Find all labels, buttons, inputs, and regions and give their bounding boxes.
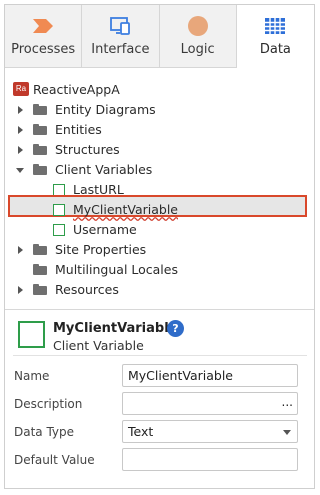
tree-item-label: Multilingual Locales xyxy=(55,262,178,277)
tab-label: Data xyxy=(259,42,291,57)
panel-divider[interactable] xyxy=(5,309,314,310)
data-type-value: Text xyxy=(128,424,154,439)
tab-label: Processes xyxy=(11,42,76,57)
service-studio-panel: Processes Interface Logic Data Ra Reacti… xyxy=(4,4,315,489)
client-variable-icon xyxy=(53,204,65,216)
tree-item-username[interactable]: Username xyxy=(53,220,303,240)
tree-item-client-variables[interactable]: Client Variables xyxy=(15,160,305,180)
name-field-value: MyClientVariable xyxy=(128,368,233,383)
circle-icon xyxy=(187,16,208,36)
caret-right-icon[interactable] xyxy=(15,245,25,255)
tree-item-entity-diagrams[interactable]: Entity Diagrams xyxy=(15,100,305,120)
client-variable-large-icon xyxy=(18,321,45,348)
data-type-label: Data Type xyxy=(14,425,75,439)
tree-item-label: Structures xyxy=(55,142,120,157)
client-variable-icon xyxy=(53,224,65,236)
tree-item-label: Entity Diagrams xyxy=(55,102,156,117)
tree-item-site-properties[interactable]: Site Properties xyxy=(15,240,305,260)
tab-bar: Processes Interface Logic Data xyxy=(5,5,314,68)
tree-item-label: Client Variables xyxy=(55,162,153,177)
folder-icon xyxy=(33,244,47,255)
tab-interface[interactable]: Interface xyxy=(82,5,160,68)
caret-right-icon[interactable] xyxy=(15,105,25,115)
tree-item-label: Resources xyxy=(55,282,119,297)
tab-label: Interface xyxy=(91,42,150,57)
table-grid-icon xyxy=(265,18,286,34)
tree-item-label: Entities xyxy=(55,122,102,137)
tree-item-resources[interactable]: Resources xyxy=(15,280,305,300)
tab-logic[interactable]: Logic xyxy=(159,5,237,68)
chevron-down-icon[interactable] xyxy=(283,430,291,435)
tree-item-myclientvariable[interactable]: MyClientVariable xyxy=(53,200,303,220)
folder-open-icon xyxy=(33,164,47,175)
folder-icon xyxy=(33,124,47,135)
folder-icon xyxy=(33,104,47,115)
tree-item-label: Site Properties xyxy=(55,242,147,257)
help-icon[interactable]: ? xyxy=(167,320,184,337)
tree-root-label: ReactiveAppA xyxy=(33,82,120,97)
caret-right-icon[interactable] xyxy=(15,285,25,295)
description-label: Description xyxy=(14,397,83,411)
description-field[interactable]: ... xyxy=(122,392,298,415)
details-title: MyClientVariable xyxy=(53,321,178,336)
tree-item-label: MyClientVariable xyxy=(73,202,178,217)
app-badge-icon: Ra xyxy=(13,82,29,96)
default-value-label: Default Value xyxy=(14,453,95,467)
tree-item-structures[interactable]: Structures xyxy=(15,140,305,160)
details-subtitle: Client Variable xyxy=(53,338,144,353)
caret-down-icon[interactable] xyxy=(15,165,25,175)
description-expand-button[interactable]: ... xyxy=(282,395,293,409)
tree-item-entities[interactable]: Entities xyxy=(15,120,305,140)
name-label: Name xyxy=(14,369,50,383)
tab-data[interactable]: Data xyxy=(236,5,314,68)
tab-label: Logic xyxy=(180,42,215,57)
data-type-select[interactable]: Text xyxy=(122,420,298,443)
name-field[interactable]: MyClientVariable xyxy=(122,364,298,387)
details-divider xyxy=(13,355,307,356)
caret-right-icon[interactable] xyxy=(15,145,25,155)
tree-item-label: Username xyxy=(73,222,137,237)
caret-right-icon[interactable] xyxy=(15,125,25,135)
monitor-icon xyxy=(110,17,131,35)
folder-icon xyxy=(33,264,47,275)
process-chevron-icon xyxy=(33,19,54,33)
default-value-field[interactable] xyxy=(122,448,298,471)
folder-icon xyxy=(33,144,47,155)
tree-item-multilingual-locales[interactable]: Multilingual Locales xyxy=(15,260,305,280)
tab-processes[interactable]: Processes xyxy=(5,5,83,68)
folder-icon xyxy=(33,284,47,295)
